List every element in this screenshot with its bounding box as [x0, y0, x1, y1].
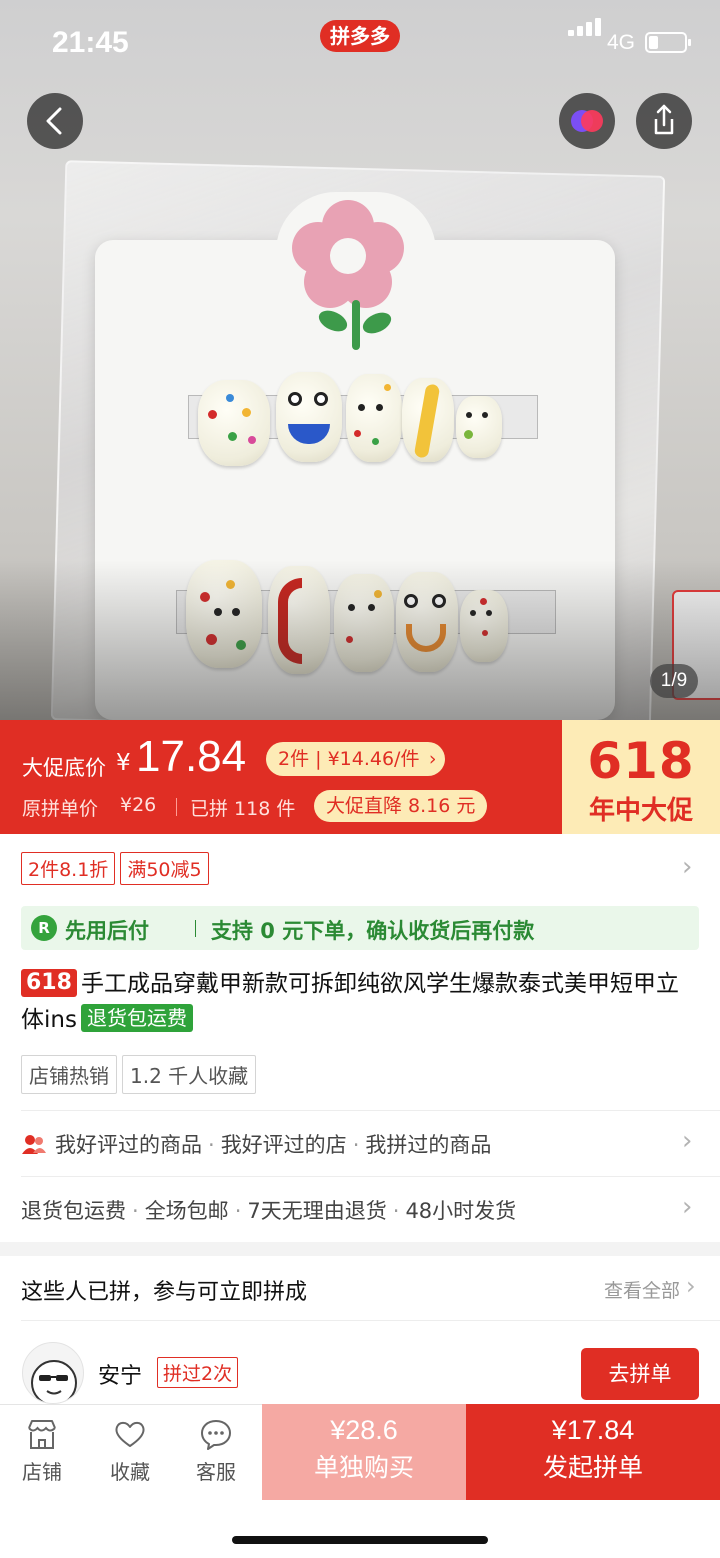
coupon-tag: 满50减5 [120, 852, 209, 885]
price-banner: 大促底价 ¥ 17.84 2件 | ¥14.46/件 › 原拼单价 ¥26 已拼… [0, 720, 720, 834]
flower-icon [292, 200, 404, 312]
favorite-button[interactable]: 收藏 [100, 1418, 160, 1485]
service-item: 48小时发货 [405, 1199, 517, 1223]
overlap-circles-icon [571, 110, 603, 132]
product-image[interactable]: 21:45 拼多多 4G 1/9 [0, 0, 720, 720]
multi-buy-offer[interactable]: 2件 | ¥14.46/件 › [266, 742, 446, 776]
pay-later-title: 先用后付 [65, 919, 149, 943]
promo-price: 17.84 [136, 732, 247, 781]
press-on-nail [402, 378, 454, 462]
promo-618-tag: 618 [21, 969, 77, 997]
group-heading: 这些人已拼，参与可立即拼成 [21, 1280, 308, 1305]
user-name: 安宁 [98, 1364, 143, 1389]
coupon-tag: 2件8.1折 [21, 852, 116, 885]
solo-price: ¥28.6 [330, 1415, 398, 1445]
press-on-nail [456, 396, 502, 458]
chat-bubble-icon [201, 1420, 231, 1450]
status-time: 21:45 [52, 26, 129, 59]
service-item: 全场包邮 [144, 1199, 229, 1223]
image-counter: 1/9 [650, 664, 698, 698]
start-group-buy-button[interactable]: ¥17.84 发起拼单 [466, 1404, 720, 1500]
promo-number: 618 [587, 732, 695, 790]
app-logo-pill: 拼多多 [320, 20, 400, 52]
press-on-nail [198, 380, 270, 466]
people-icon [21, 1133, 47, 1155]
section-divider [0, 1242, 720, 1256]
chevron-left-icon [46, 107, 62, 135]
pay-later-banner[interactable]: R 先用后付 支持 0 元下单，确认收货后再付款 [21, 906, 699, 950]
pay-later-icon: R [31, 915, 57, 941]
chevron-right-icon: › [428, 748, 437, 770]
share-icon [654, 104, 674, 135]
customer-service-button[interactable]: 客服 [186, 1418, 246, 1485]
share-button[interactable] [636, 93, 692, 149]
store-icon [28, 1420, 56, 1449]
status-bar: 21:45 拼多多 4G [0, 0, 720, 86]
favorite-label: 收藏 [110, 1460, 150, 1484]
customer-service-label: 客服 [196, 1460, 236, 1484]
chevron-right-icon: › [686, 1272, 696, 1300]
press-on-nail [346, 374, 402, 462]
group-count-badge: 拼过2次 [157, 1357, 239, 1388]
social-item: 我好评过的商品 [55, 1133, 202, 1157]
join-group-button[interactable]: 去拼单 [581, 1348, 699, 1400]
chip-favorites: 1.2 千人收藏 [122, 1055, 257, 1094]
avatar[interactable] [22, 1342, 84, 1404]
solo-label: 单独购买 [313, 1453, 414, 1482]
social-proof-row[interactable]: 我好评过的商品 · 我好评过的店 · 我拼过的商品 › [0, 1110, 720, 1176]
social-item: 我拼过的商品 [365, 1133, 492, 1157]
return-shipping-tag: 退货包运费 [80, 1004, 193, 1032]
social-item: 我好评过的店 [220, 1133, 347, 1157]
multi-buy-text: 2件 | ¥14.46/件 [278, 748, 420, 770]
battery-icon [645, 32, 691, 53]
see-all-link[interactable]: 查看全部 [604, 1276, 680, 1303]
shop-label: 店铺 [22, 1460, 62, 1484]
currency-symbol: ¥ [116, 750, 131, 776]
buy-alone-button[interactable]: ¥28.6 单独购买 [262, 1404, 466, 1500]
service-item: 7天无理由退货 [247, 1199, 387, 1223]
original-price-label: 原拼单价 [22, 798, 99, 820]
price-label: 大促底价 [22, 756, 106, 780]
service-item: 退货包运费 [21, 1199, 126, 1223]
group-label: 发起拼单 [542, 1453, 643, 1482]
circle-share-button[interactable] [559, 93, 615, 149]
promo-badge: 618 年中大促 [562, 720, 720, 834]
group-price: ¥17.84 [551, 1415, 635, 1445]
coupon-row[interactable]: 2件8.1折 满50减5 [21, 852, 214, 885]
product-chips: 店铺热销 1.2 千人收藏 [21, 1055, 261, 1094]
network-type: 4G [607, 31, 636, 54]
chevron-right-icon: › [682, 1192, 693, 1222]
press-on-nail [276, 372, 342, 462]
bottom-bar: 店铺 收藏 客服 ¥28.6 单独购买 ¥17.84 发起拼单 [0, 1404, 720, 1558]
chip-hot: 店铺热销 [21, 1055, 117, 1094]
back-button[interactable] [27, 93, 83, 149]
shop-button[interactable]: 店铺 [12, 1418, 72, 1485]
price-drop-badge: 大促直降 8.16 元 [314, 790, 488, 822]
original-price: ¥26 [120, 794, 157, 816]
chevron-right-icon: › [682, 1126, 693, 1156]
see-all-label: 查看全部 [603, 1280, 680, 1302]
heart-icon [115, 1421, 145, 1447]
home-indicator[interactable] [232, 1536, 488, 1544]
product-title: 618 手工成品穿戴甲新款可拆卸纯欲风学生爆款泰式美甲短甲立体ins 退货包运费 [21, 966, 701, 1038]
sold-count: 已拼 118 件 [190, 798, 296, 820]
pay-later-desc: 支持 0 元下单，确认收货后再付款 [211, 919, 535, 943]
chevron-right-icon: › [682, 852, 693, 882]
service-row[interactable]: 退货包运费 · 全场包邮 · 7天无理由退货 · 48小时发货 › [0, 1176, 720, 1242]
promo-text: 年中大促 [588, 796, 693, 826]
